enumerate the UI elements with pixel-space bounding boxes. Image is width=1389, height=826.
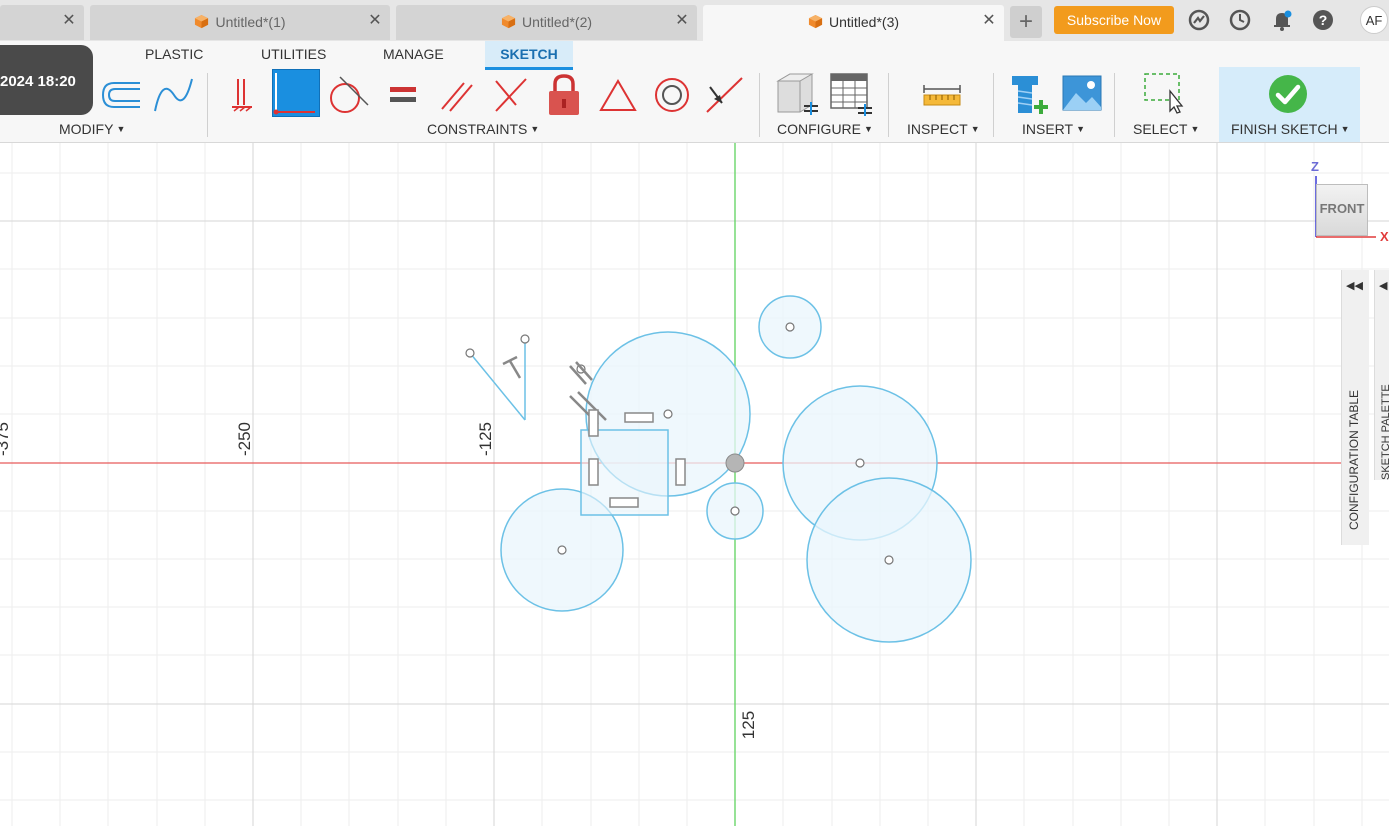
line-endpoint[interactable] <box>520 334 530 344</box>
spline-tool-icon[interactable] <box>152 75 196 115</box>
fix-constraint-icon[interactable] <box>226 75 260 115</box>
group-divider <box>207 73 208 137</box>
timestamp-text: 2024 18:20 <box>0 73 76 90</box>
tangent-constraint-icon[interactable] <box>326 75 370 115</box>
perpendicular-constraint-icon[interactable] <box>492 75 530 115</box>
insert-label: INSERT <box>1022 121 1074 137</box>
close-icon[interactable]: ✕ <box>367 13 383 29</box>
history-clock-icon[interactable] <box>1229 9 1251 31</box>
new-tab-button[interactable]: + <box>1010 6 1042 38</box>
collapse-arrows-icon[interactable]: ◀◀ <box>1346 279 1363 292</box>
document-tab-1[interactable]: Untitled*(1) ✕ <box>90 5 390 40</box>
part-cube-icon <box>501 14 516 29</box>
finish-sketch-menu[interactable]: FINISH SKETCH ▼ <box>1231 121 1350 137</box>
job-status-icon[interactable] <box>1188 9 1210 31</box>
avatar[interactable]: AF <box>1360 6 1388 34</box>
plus-icon: + <box>1018 8 1033 35</box>
sketch-palette-label: SKETCH PALETTE <box>1380 384 1389 480</box>
part-cube-icon <box>195 14 209 29</box>
modify-label: MODIFY <box>59 121 114 137</box>
constraints-label: CONSTRAINTS <box>427 121 528 137</box>
tab-manage[interactable]: MANAGE <box>383 46 444 62</box>
document-tab-bar: ✕ Untitled*(1) ✕ Untitled*(2) ✕ Untitled… <box>0 0 1389 41</box>
fix-lock-icon[interactable] <box>546 73 582 117</box>
group-divider <box>759 73 760 137</box>
center-point[interactable] <box>884 555 894 565</box>
constraints-menu[interactable]: CONSTRAINTS ▼ <box>427 121 539 137</box>
group-divider <box>1114 73 1115 137</box>
measure-ruler-icon[interactable] <box>922 81 962 109</box>
symmetry-triangle-icon[interactable] <box>598 77 638 113</box>
group-divider <box>993 73 994 137</box>
offset-tool-icon[interactable] <box>100 77 144 113</box>
close-icon[interactable]: ✕ <box>981 13 997 29</box>
tab-utilities[interactable]: UTILITIES <box>261 46 326 62</box>
concentric-constraint-icon[interactable] <box>652 75 692 115</box>
tab-label: Untitled*(3) <box>828 14 900 30</box>
center-point[interactable] <box>785 322 795 332</box>
viewcube-z-label: Z <box>1311 159 1319 174</box>
origin-point-icon[interactable] <box>725 453 745 473</box>
finish-sketch-label: FINISH SKETCH <box>1231 121 1338 137</box>
equal-constraint-icon[interactable] <box>388 79 420 111</box>
group-divider <box>888 73 889 137</box>
configure-menu[interactable]: CONFIGURE ▼ <box>777 121 873 137</box>
checkmark-icon <box>1269 75 1307 113</box>
sketch-lines[interactable] <box>469 339 526 421</box>
viewcube-x-label: X <box>1380 229 1389 244</box>
parallel-constraint-icon[interactable] <box>438 77 476 113</box>
part-cube-icon <box>808 14 823 29</box>
modify-menu[interactable]: MODIFY ▼ <box>59 121 125 137</box>
center-point[interactable] <box>855 458 865 468</box>
center-point[interactable] <box>557 545 567 555</box>
coincident-icon <box>273 73 315 115</box>
document-tab-0[interactable]: ✕ <box>0 5 84 40</box>
insert-menu[interactable]: INSERT ▼ <box>1022 121 1085 137</box>
inspect-menu[interactable]: INSPECT ▼ <box>907 121 980 137</box>
collapse-arrows-icon[interactable]: ◀ <box>1379 279 1387 292</box>
coincident-constraint-button[interactable] <box>272 69 320 117</box>
subscribe-button[interactable]: Subscribe Now <box>1054 6 1174 34</box>
tab-label: Untitled*(2) <box>521 14 593 30</box>
close-icon[interactable]: ✕ <box>674 13 690 29</box>
configure-part-icon[interactable] <box>774 71 820 117</box>
tab-label: Untitled*(1) <box>215 14 286 30</box>
inspect-label: INSPECT <box>907 121 968 137</box>
sketch-canvas[interactable]: -375 -250 -125 125 <box>0 143 1389 826</box>
line-endpoint[interactable] <box>465 348 475 358</box>
document-tab-3[interactable]: Untitled*(3) ✕ <box>703 5 1004 41</box>
axis-label-neg-250: -250 <box>235 421 255 457</box>
close-icon[interactable]: ✕ <box>61 13 77 29</box>
tab-sketch[interactable]: SKETCH <box>485 41 573 70</box>
viewcube-face-label: FRONT <box>1319 201 1365 216</box>
select-label: SELECT <box>1133 121 1188 137</box>
axis-label-neg-375: -375 <box>0 421 13 457</box>
ribbon-toolbar: 2024 18:20 PLASTIC UTILITIES MANAGE SKET… <box>0 41 1389 143</box>
svg-text:?: ? <box>1319 12 1328 28</box>
timestamp-badge: 2024 18:20 <box>0 45 93 115</box>
help-icon[interactable]: ? <box>1312 9 1334 31</box>
tab-plastic[interactable]: PLASTIC <box>145 46 203 62</box>
insert-fastener-icon[interactable] <box>1008 73 1050 119</box>
sketch-viewport[interactable] <box>0 143 1389 826</box>
axis-label-125: 125 <box>739 710 759 740</box>
notifications-bell-icon[interactable] <box>1271 9 1293 31</box>
configure-label: CONFIGURE <box>777 121 861 137</box>
select-menu[interactable]: SELECT ▼ <box>1133 121 1199 137</box>
document-tab-2[interactable]: Untitled*(2) ✕ <box>396 5 697 40</box>
axis-label-neg-125: -125 <box>476 421 496 457</box>
window-select-icon[interactable] <box>1142 71 1186 115</box>
configuration-table-icon[interactable] <box>828 71 874 117</box>
perpendicular-constraint-glyph[interactable] <box>502 355 522 379</box>
center-point[interactable] <box>663 409 673 419</box>
insert-image-icon[interactable] <box>1062 75 1102 111</box>
center-point[interactable] <box>730 506 740 516</box>
configuration-table-label: CONFIGURATION TABLE <box>1347 389 1361 530</box>
midpoint-constraint-icon[interactable] <box>704 75 746 115</box>
